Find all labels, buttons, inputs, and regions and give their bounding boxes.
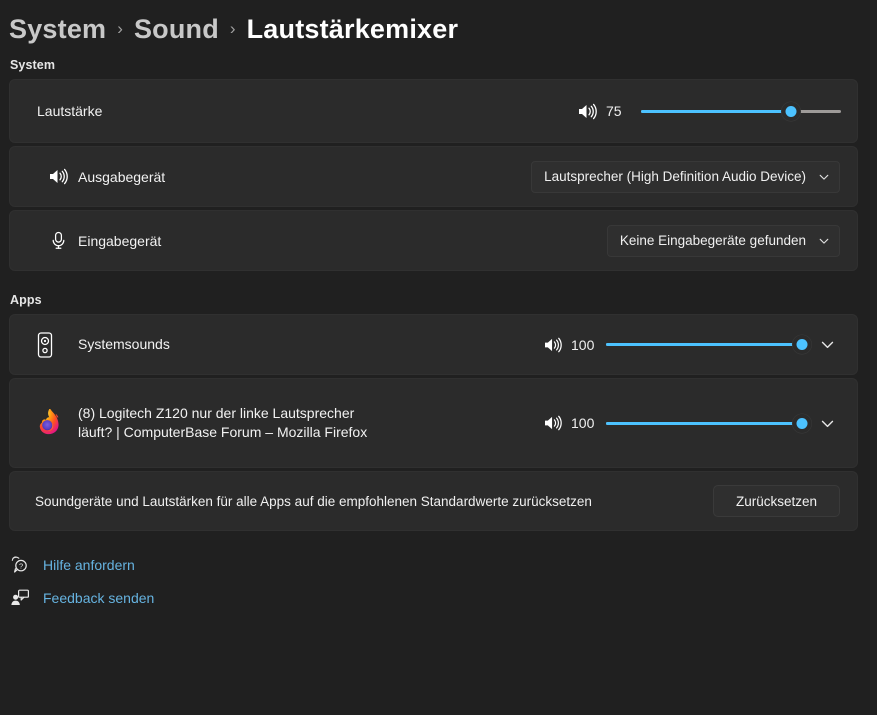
system-volume-label: Lautstärke: [37, 103, 102, 119]
app-expander-button[interactable]: [814, 332, 840, 358]
app-volume-slider-group: 100: [544, 412, 802, 434]
app-name: (8) Logitech Z120 nur der linke Lautspre…: [78, 404, 378, 442]
breadcrumb-item-system[interactable]: System: [9, 16, 106, 43]
feedback-person-icon: [10, 588, 40, 608]
chevron-down-icon: [818, 171, 830, 183]
output-device-label: Ausgabegerät: [78, 169, 165, 185]
breadcrumb-separator-icon: ›: [230, 20, 236, 37]
reset-button[interactable]: Zurücksetzen: [713, 485, 840, 517]
chevron-down-icon: [818, 235, 830, 247]
system-volume-slider[interactable]: [641, 100, 841, 122]
app-volume-value: 100: [571, 337, 597, 353]
get-help-link[interactable]: ? Hilfe anfordern: [10, 550, 877, 580]
table-row: Systemsounds 100: [9, 314, 858, 375]
section-header-apps: Apps: [10, 293, 877, 307]
app-volume-slider[interactable]: [606, 334, 802, 356]
system-speaker-icon: [34, 331, 78, 359]
app-expander-button[interactable]: [814, 410, 840, 436]
breadcrumb-item-sound[interactable]: Sound: [134, 16, 219, 43]
slider-thumb[interactable]: [793, 414, 812, 433]
firefox-icon: [34, 409, 78, 437]
slider-fill: [606, 422, 802, 425]
input-device-row: Eingabegerät Keine Eingabegeräte gefunde…: [9, 210, 858, 271]
apps-cards: Systemsounds 100: [0, 314, 877, 531]
output-device-selected-value: Lautsprecher (High Definition Audio Devi…: [544, 169, 806, 184]
output-device-dropdown[interactable]: Lautsprecher (High Definition Audio Devi…: [531, 161, 840, 193]
system-volume-value: 75: [606, 103, 632, 119]
speaker-volume-icon: [544, 415, 562, 431]
slider-thumb[interactable]: [782, 102, 801, 121]
input-device-label: Eingabegerät: [78, 233, 161, 249]
speaker-volume-icon: [578, 103, 597, 120]
app-volume-slider[interactable]: [606, 412, 802, 434]
slider-thumb[interactable]: [793, 335, 812, 354]
send-feedback-link[interactable]: Feedback senden: [10, 583, 877, 613]
app-volume-value: 100: [571, 415, 597, 431]
system-cards: Lautstärke 75: [0, 79, 877, 271]
svg-text:?: ?: [19, 562, 23, 571]
send-feedback-label: Feedback senden: [43, 590, 154, 606]
system-volume-slider-group: 75: [578, 100, 841, 122]
section-header-system: System: [10, 58, 877, 72]
speaker-volume-icon: [544, 337, 562, 353]
reset-row: Soundgeräte und Lautstärken für alle App…: [9, 471, 858, 531]
get-help-label: Hilfe anfordern: [43, 557, 135, 573]
output-device-row: Ausgabegerät Lautsprecher (High Definiti…: [9, 146, 858, 207]
page-title: Lautstärkemixer: [247, 16, 459, 43]
reset-description: Soundgeräte und Lautstärken für alle App…: [35, 494, 592, 509]
breadcrumb: System › Sound › Lautstärkemixer: [0, 0, 877, 44]
system-volume-row: Lautstärke 75: [9, 79, 858, 143]
input-device-selected-value: Keine Eingabegeräte gefunden: [620, 233, 806, 248]
table-row: (8) Logitech Z120 nur der linke Lautspre…: [9, 378, 858, 468]
slider-fill: [606, 343, 802, 346]
footer-links: ? Hilfe anfordern Feedback senden: [10, 550, 877, 613]
help-question-icon: ?: [10, 555, 40, 575]
app-volume-slider-group: 100: [544, 334, 802, 356]
input-device-dropdown[interactable]: Keine Eingabegeräte gefunden: [607, 225, 840, 257]
microphone-icon: [38, 231, 78, 250]
slider-fill: [641, 110, 791, 113]
app-name: Systemsounds: [78, 335, 170, 354]
breadcrumb-separator-icon: ›: [117, 20, 123, 37]
speaker-volume-icon: [38, 168, 78, 185]
